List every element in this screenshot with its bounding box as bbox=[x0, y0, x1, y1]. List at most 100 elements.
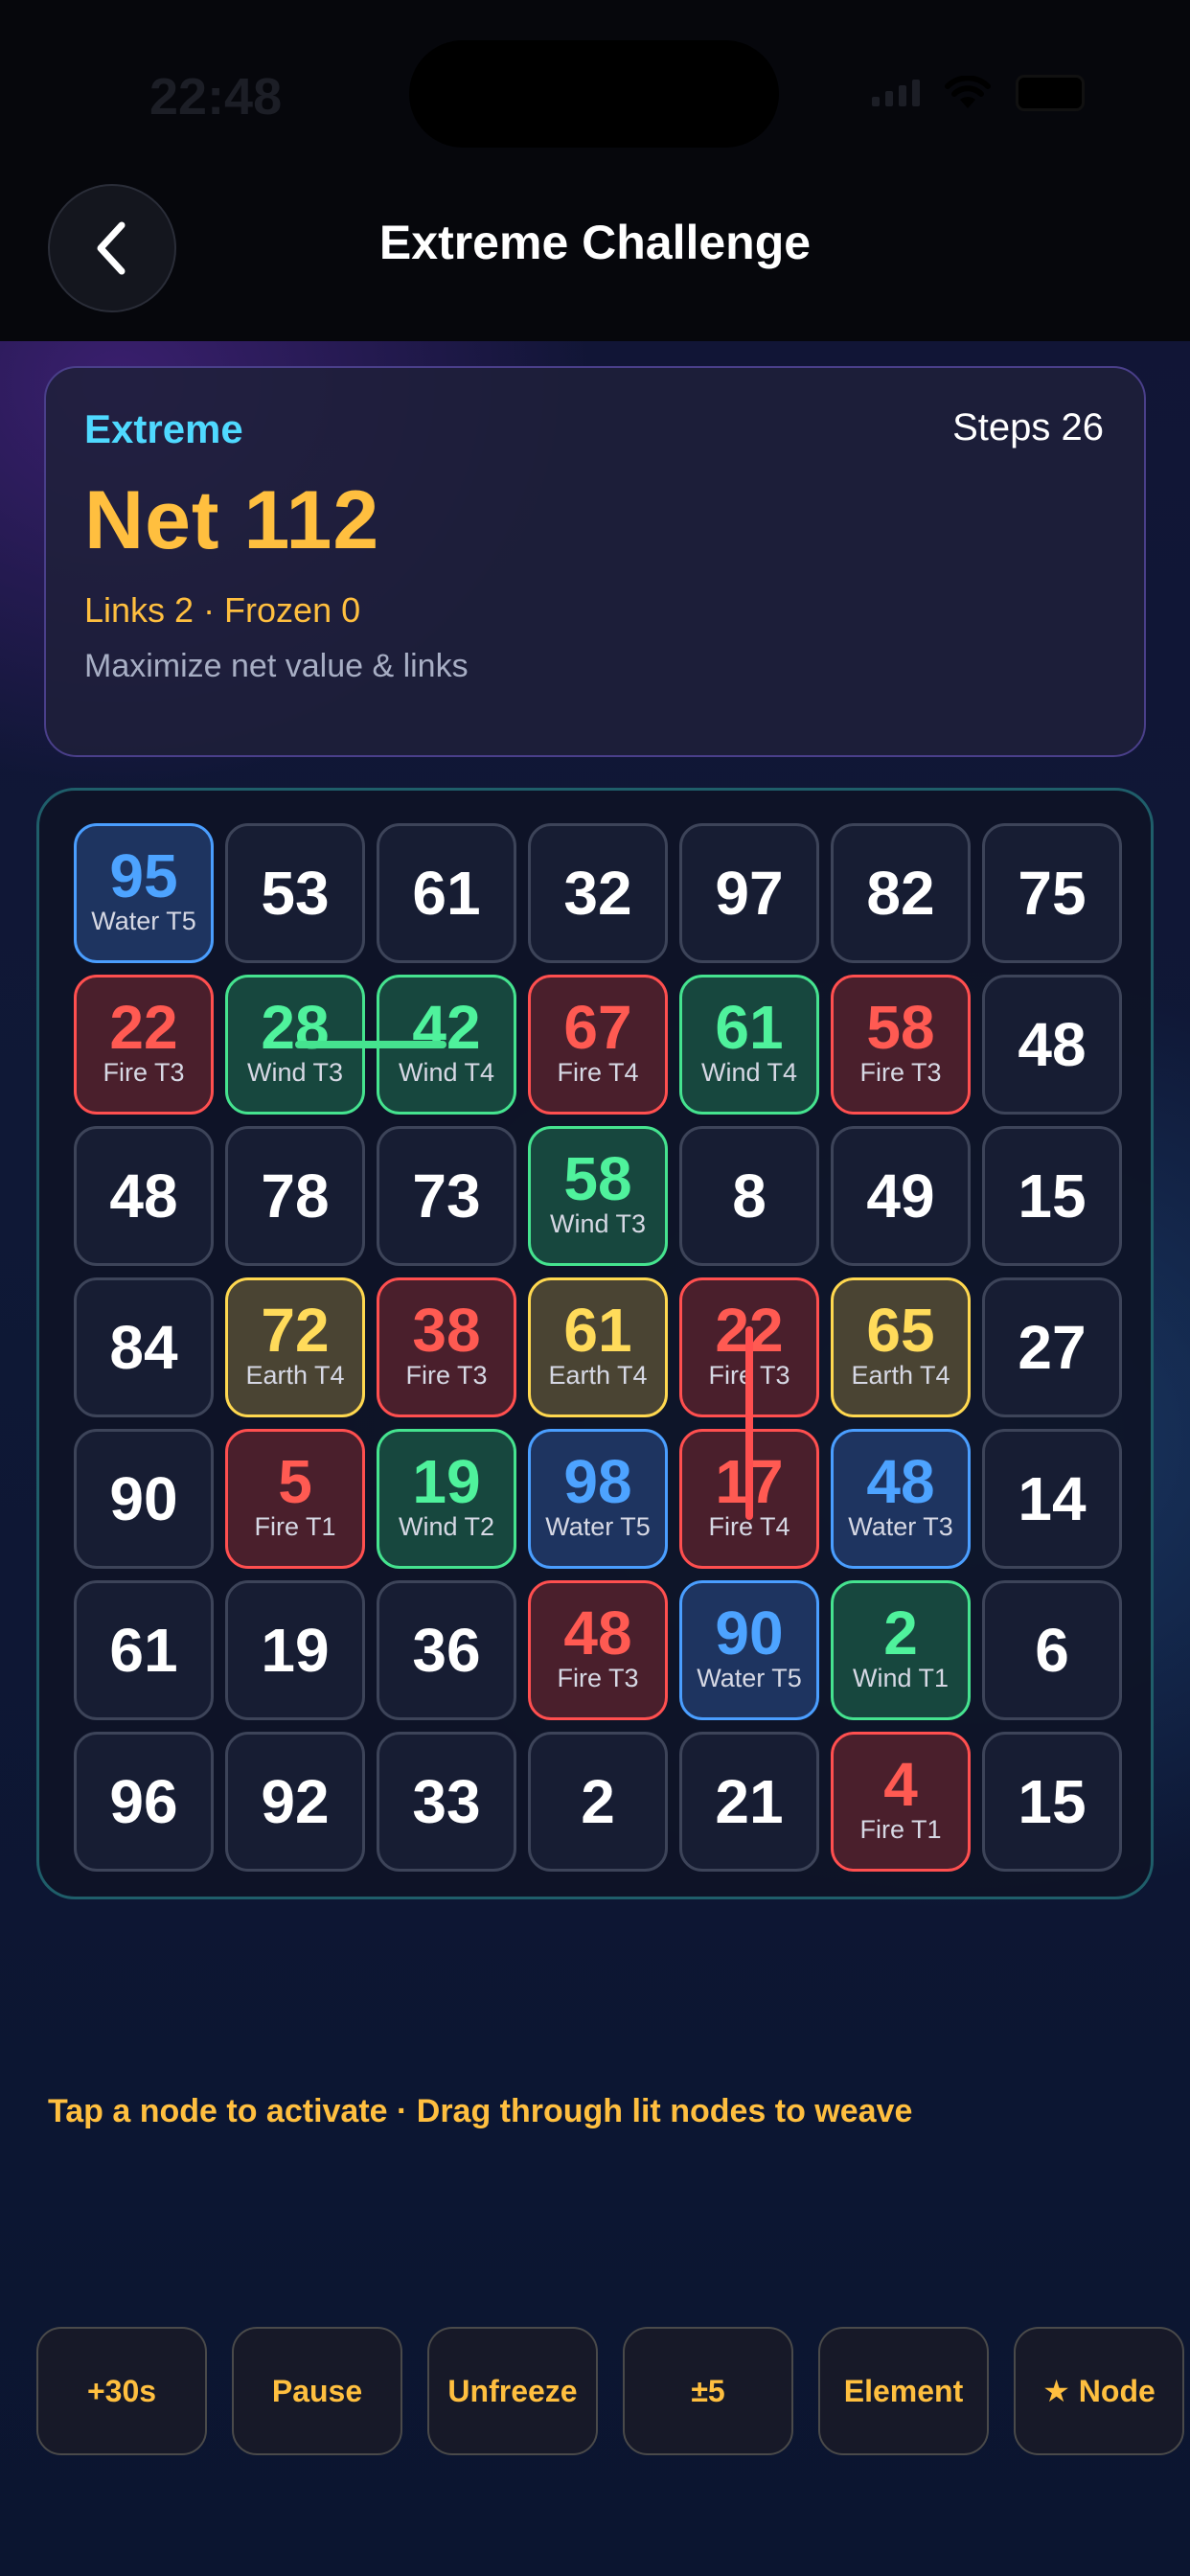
node-value: 32 bbox=[563, 859, 632, 928]
grid-node[interactable]: 48 Fire T3 bbox=[528, 1580, 668, 1720]
grid-node[interactable]: 38 Fire T3 bbox=[377, 1277, 516, 1417]
node-value: 36 bbox=[412, 1616, 481, 1685]
node-value: 61 bbox=[563, 1295, 632, 1365]
grid-node[interactable]: 48 Water T3 bbox=[831, 1429, 971, 1569]
grid-node[interactable]: 75 bbox=[982, 823, 1122, 963]
grid-node[interactable]: 73 bbox=[377, 1126, 516, 1266]
node-value: 90 bbox=[109, 1464, 178, 1533]
grid-node[interactable]: 58 Fire T3 bbox=[831, 975, 971, 1115]
grid-node[interactable]: 61 Earth T4 bbox=[528, 1277, 668, 1417]
grid-node[interactable]: 95 Water T5 bbox=[74, 823, 214, 963]
grid-node[interactable]: 5 Fire T1 bbox=[225, 1429, 365, 1569]
node-value: 19 bbox=[412, 1446, 481, 1516]
grid-node[interactable]: 22Fire T3 bbox=[74, 975, 214, 1115]
node-element-label: Fire T3 bbox=[557, 1663, 639, 1692]
grid-node[interactable]: 48 bbox=[74, 1126, 214, 1266]
grid-node[interactable]: 67 Fire T4 bbox=[528, 975, 668, 1115]
action-button[interactable]: +30s bbox=[36, 2327, 207, 2455]
dynamic-island bbox=[409, 40, 779, 148]
grid-node[interactable]: 61 bbox=[74, 1580, 214, 1720]
node-element-label: Earth T4 bbox=[548, 1360, 648, 1390]
node-element-label: Fire T1 bbox=[254, 1511, 336, 1541]
action-button[interactable]: ★ Node bbox=[1014, 2327, 1184, 2455]
links-frozen-stats: Links 2 · Frozen 0 bbox=[84, 590, 361, 630]
grid-node[interactable]: 53 bbox=[225, 823, 365, 963]
node-value: 48 bbox=[866, 1446, 935, 1516]
grid-node[interactable]: 48 bbox=[982, 975, 1122, 1115]
grid-node[interactable]: 61 Wind T4 bbox=[679, 975, 819, 1115]
grid-node[interactable]: 8 bbox=[679, 1126, 819, 1266]
battery-icon bbox=[1016, 75, 1085, 111]
node-element-label: Fire T1 bbox=[859, 1814, 942, 1844]
grid-node[interactable]: 98 Water T5 bbox=[528, 1429, 668, 1569]
grid-node[interactable]: 32 bbox=[528, 823, 668, 963]
node-value: 19 bbox=[261, 1616, 330, 1685]
node-value: 65 bbox=[866, 1295, 935, 1365]
score-card: Extreme Steps 26 Net 112 Links 2 · Froze… bbox=[44, 366, 1146, 757]
node-element-label: Earth T4 bbox=[245, 1360, 345, 1390]
action-button[interactable]: Element bbox=[818, 2327, 989, 2455]
node-value: 15 bbox=[1018, 1162, 1087, 1230]
grid-node[interactable]: 15 bbox=[982, 1126, 1122, 1266]
node-value: 92 bbox=[261, 1767, 330, 1836]
node-value: 38 bbox=[412, 1295, 481, 1365]
node-element-label: Water T5 bbox=[91, 906, 196, 935]
grid-node[interactable]: 14 bbox=[982, 1429, 1122, 1569]
grid-node[interactable]: 2 bbox=[528, 1732, 668, 1872]
action-button[interactable]: ±5 bbox=[623, 2327, 793, 2455]
grid-node[interactable]: 84 bbox=[74, 1277, 214, 1417]
action-button[interactable]: Pause bbox=[232, 2327, 402, 2455]
grid-node[interactable]: 4 Fire T1 bbox=[831, 1732, 971, 1872]
node-link-line bbox=[295, 1041, 446, 1048]
node-element-label: Water T5 bbox=[545, 1511, 651, 1541]
action-button[interactable]: Unfreeze bbox=[427, 2327, 598, 2455]
grid-node[interactable]: 19 Wind T2 bbox=[377, 1429, 516, 1569]
node-link-line bbox=[745, 1326, 753, 1520]
grid-node[interactable]: 92 bbox=[225, 1732, 365, 1872]
grid-node[interactable]: 90 Water T5 bbox=[679, 1580, 819, 1720]
grid-node[interactable]: 78 bbox=[225, 1126, 365, 1266]
grid-node[interactable]: 6 bbox=[982, 1580, 1122, 1720]
node-value: 48 bbox=[563, 1598, 632, 1668]
node-element-label: Wind T4 bbox=[398, 1057, 495, 1087]
grid-node[interactable]: 21 bbox=[679, 1732, 819, 1872]
node-element-label: Fire T3 bbox=[405, 1360, 488, 1390]
node-value: 61 bbox=[412, 859, 481, 928]
grid-node[interactable]: 2 Wind T1 bbox=[831, 1580, 971, 1720]
wifi-icon bbox=[945, 76, 991, 110]
status-time: 22:48 bbox=[149, 68, 283, 126]
grid-node[interactable]: 90 bbox=[74, 1429, 214, 1569]
grid-node[interactable]: 58 Wind T3 bbox=[528, 1126, 668, 1266]
node-value: 5 bbox=[278, 1446, 312, 1516]
node-value: 95 bbox=[109, 840, 178, 910]
node-value: 97 bbox=[715, 859, 784, 928]
node-value: 72 bbox=[261, 1295, 330, 1365]
grid-node[interactable]: 33 bbox=[377, 1732, 516, 1872]
grid-node[interactable]: 19 bbox=[225, 1580, 365, 1720]
status-icons bbox=[872, 75, 1085, 111]
node-value: 48 bbox=[109, 1162, 178, 1230]
node-value: 48 bbox=[1018, 1010, 1087, 1079]
signal-icon bbox=[872, 80, 920, 106]
grid-node[interactable]: 96 bbox=[74, 1732, 214, 1872]
node-value: 67 bbox=[563, 992, 632, 1062]
node-value: 14 bbox=[1018, 1464, 1087, 1533]
grid-node[interactable]: 36 bbox=[377, 1580, 516, 1720]
grid-node[interactable]: 82 bbox=[831, 823, 971, 963]
node-value: 75 bbox=[1018, 859, 1087, 928]
node-value: 78 bbox=[261, 1162, 330, 1230]
grid-node[interactable]: 15 bbox=[982, 1732, 1122, 1872]
grid-node[interactable]: 61 bbox=[377, 823, 516, 963]
node-value: 61 bbox=[715, 992, 784, 1062]
node-value: 27 bbox=[1018, 1313, 1087, 1382]
grid-node[interactable]: 27 bbox=[982, 1277, 1122, 1417]
grid-node[interactable]: 49 bbox=[831, 1126, 971, 1266]
node-value: 6 bbox=[1035, 1616, 1069, 1685]
node-value: 73 bbox=[412, 1162, 481, 1230]
node-element-label: Water T5 bbox=[697, 1663, 802, 1692]
grid-node[interactable]: 65 Earth T4 bbox=[831, 1277, 971, 1417]
grid-node[interactable]: 72 Earth T4 bbox=[225, 1277, 365, 1417]
game-board: 95 Water T5 53 61 32 97 82 75 22 Fire T3 28 Wind T3… bbox=[36, 788, 1154, 1899]
grid-node[interactable]: 97 bbox=[679, 823, 819, 963]
node-value: 53 bbox=[261, 859, 330, 928]
